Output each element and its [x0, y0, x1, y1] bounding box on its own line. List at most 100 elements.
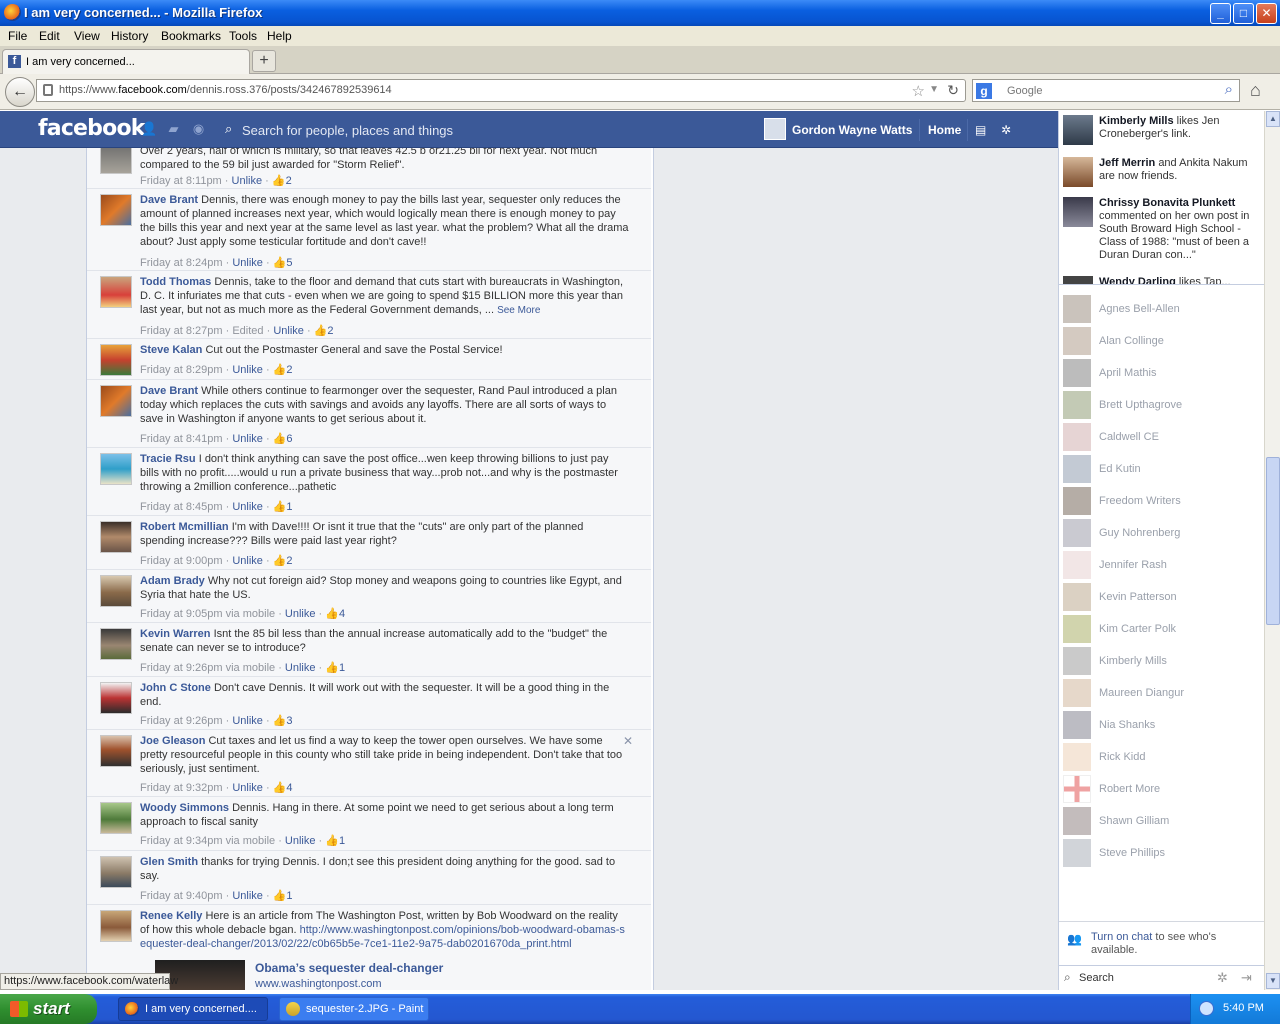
commenter-name[interactable]: Woody Simmons: [140, 802, 229, 814]
avatar[interactable]: [100, 148, 132, 174]
like-count[interactable]: 👍1: [325, 835, 345, 847]
home-icon[interactable]: ⌂: [1250, 80, 1261, 101]
chat-buddy[interactable]: Robert More: [1059, 774, 1265, 806]
chat-buddy[interactable]: Ed Kutin: [1059, 454, 1265, 486]
avatar[interactable]: [100, 194, 132, 226]
url-dropdown-icon[interactable]: ▼: [929, 84, 939, 95]
privacy-shortcuts-icon[interactable]: ▤: [975, 123, 986, 137]
like-count[interactable]: 👍2: [272, 175, 292, 187]
tab-active[interactable]: f I am very concerned...: [2, 49, 250, 74]
link-preview-domain[interactable]: www.washingtonpost.com: [255, 978, 382, 990]
commenter-name[interactable]: Joe Gleason: [140, 735, 205, 747]
commenter-name[interactable]: Steve Kalan: [140, 344, 202, 356]
avatar[interactable]: [764, 118, 786, 140]
unlike-link[interactable]: Unlike: [232, 257, 263, 269]
menu-edit[interactable]: Edit: [39, 29, 60, 43]
commenter-name[interactable]: Kevin Warren: [140, 628, 211, 640]
unlike-link[interactable]: Unlike: [273, 325, 304, 337]
fb-search-box[interactable]: ⌕ Search for people, places and things: [220, 118, 550, 142]
scroll-up-arrow-icon[interactable]: ▲: [1266, 111, 1280, 127]
chat-buddy[interactable]: Caldwell CE: [1059, 422, 1265, 454]
avatar[interactable]: [100, 628, 132, 660]
page-scrollbar[interactable]: ▲ ▼: [1264, 111, 1280, 990]
browser-search-bar[interactable]: g Google ⌕: [972, 79, 1240, 102]
notifications-icon[interactable]: ◉: [191, 122, 206, 136]
chat-options-gear-icon[interactable]: ✲: [1217, 970, 1228, 986]
like-count[interactable]: 👍6: [273, 433, 293, 445]
unlike-link[interactable]: Unlike: [232, 555, 263, 567]
start-button[interactable]: start: [0, 994, 97, 1024]
hide-sidebar-icon[interactable]: ⇥: [1241, 970, 1252, 986]
like-count[interactable]: 👍5: [273, 257, 293, 269]
menu-help[interactable]: Help: [267, 29, 292, 43]
facebook-logo[interactable]: facebook: [38, 116, 145, 141]
avatar[interactable]: [100, 735, 132, 767]
unlike-link[interactable]: Unlike: [232, 175, 263, 187]
link-preview-title[interactable]: Obama’s sequester deal-changer: [255, 961, 443, 975]
avatar[interactable]: [1063, 115, 1093, 145]
chat-search-bar[interactable]: ⌕ Search ✲ ⇥: [1059, 965, 1265, 990]
back-button[interactable]: ←: [5, 77, 35, 107]
avatar[interactable]: [100, 575, 132, 607]
commenter-name[interactable]: Glen Smith: [140, 856, 198, 868]
avatar[interactable]: [100, 802, 132, 834]
menu-tools[interactable]: Tools: [229, 29, 257, 43]
profile-link[interactable]: Gordon Wayne Watts: [792, 123, 912, 137]
scroll-down-arrow-icon[interactable]: ▼: [1266, 973, 1280, 989]
home-link[interactable]: Home: [928, 123, 961, 137]
see-more-link[interactable]: See More: [497, 305, 540, 316]
avatar[interactable]: [100, 856, 132, 888]
unlike-link[interactable]: Unlike: [285, 608, 316, 620]
chat-buddy[interactable]: Agnes Bell-Allen: [1059, 294, 1265, 326]
link-preview[interactable]: Obama’s sequester deal-changer www.washi…: [155, 960, 555, 990]
menu-bookmarks[interactable]: Bookmarks: [161, 29, 221, 43]
like-count[interactable]: 👍1: [273, 501, 293, 513]
maximize-button[interactable]: □: [1233, 3, 1254, 24]
unlike-link[interactable]: Unlike: [232, 433, 263, 445]
commenter-name[interactable]: Dave Brant: [140, 385, 198, 397]
chat-buddy[interactable]: Kevin Patterson: [1059, 582, 1265, 614]
avatar[interactable]: [100, 910, 132, 942]
like-count[interactable]: 👍3: [273, 715, 293, 727]
reload-icon[interactable]: ↻: [947, 82, 959, 99]
commenter-name[interactable]: Todd Thomas: [140, 276, 211, 288]
chat-buddy[interactable]: Brett Upthagrove: [1059, 390, 1265, 422]
new-tab-button[interactable]: +: [252, 50, 276, 72]
tray-icon[interactable]: [1199, 1001, 1214, 1016]
commenter-name[interactable]: Tracie Rsu: [140, 453, 196, 465]
unlike-link[interactable]: Unlike: [232, 501, 263, 513]
search-icon[interactable]: ⌕: [1225, 81, 1233, 98]
chat-buddy[interactable]: Guy Nohrenberg: [1059, 518, 1265, 550]
chat-search-input[interactable]: Search: [1079, 972, 1114, 984]
chat-buddy[interactable]: Alan Collinge: [1059, 326, 1265, 358]
chat-buddy[interactable]: April Mathis: [1059, 358, 1265, 390]
chat-buddy[interactable]: Rick Kidd: [1059, 742, 1265, 774]
like-count[interactable]: 👍2: [314, 325, 334, 337]
avatar[interactable]: [100, 276, 132, 308]
chat-buddy[interactable]: Jennifer Rash: [1059, 550, 1265, 582]
chat-buddy[interactable]: Steve Phillips: [1059, 838, 1265, 870]
remove-comment-close-icon[interactable]: ✕: [623, 734, 633, 748]
commenter-name[interactable]: Renee Kelly: [140, 910, 202, 922]
close-button[interactable]: ✕: [1256, 3, 1277, 24]
taskbar-item-paint[interactable]: sequester-2.JPG - Paint: [279, 997, 429, 1021]
like-count[interactable]: 👍1: [325, 662, 345, 674]
commenter-name[interactable]: Adam Brady: [140, 575, 205, 587]
fb-search-input[interactable]: Search for people, places and things: [242, 123, 453, 138]
like-count[interactable]: 👍1: [273, 890, 293, 902]
unlike-link[interactable]: Unlike: [232, 715, 263, 727]
unlike-link[interactable]: Unlike: [285, 835, 316, 847]
taskbar-item-firefox[interactable]: I am very concerned....: [118, 997, 268, 1021]
unlike-link[interactable]: Unlike: [232, 890, 263, 902]
menu-file[interactable]: File: [8, 29, 27, 43]
commenter-name[interactable]: John C Stone: [140, 682, 211, 694]
avatar[interactable]: [100, 385, 132, 417]
chat-buddy[interactable]: Nia Shanks: [1059, 710, 1265, 742]
url-bar[interactable]: https://www.facebook.com/dennis.ross.376…: [36, 79, 966, 102]
avatar[interactable]: [100, 453, 132, 485]
unlike-link[interactable]: Unlike: [232, 782, 263, 794]
bookmark-star-icon[interactable]: ☆: [912, 82, 925, 100]
chat-buddy[interactable]: Maureen Diangur: [1059, 678, 1265, 710]
commenter-name[interactable]: Dave Brant: [140, 194, 198, 206]
commenter-name[interactable]: Robert Mcmillian: [140, 521, 229, 533]
